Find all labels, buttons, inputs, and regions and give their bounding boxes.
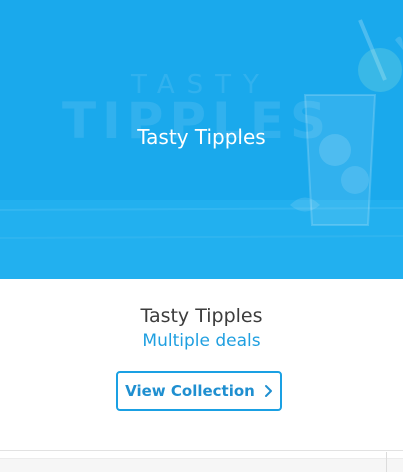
chevron-right-icon: [263, 384, 273, 398]
view-collection-label: View Collection: [125, 382, 255, 400]
divider-mark: [386, 452, 387, 472]
collection-subtitle: Multiple deals: [142, 331, 261, 351]
collection-title: Tasty Tipples: [140, 305, 263, 327]
hero-title: Tasty Tipples: [137, 125, 266, 149]
collection-card: TASTY TIPPLES Tasty Tipples Tasty Tipple…: [0, 0, 403, 472]
view-collection-button[interactable]: View Collection: [116, 371, 282, 411]
next-card-edge: [0, 458, 403, 472]
divider: [0, 450, 403, 451]
hero-image[interactable]: TASTY TIPPLES Tasty Tipples: [0, 0, 403, 279]
